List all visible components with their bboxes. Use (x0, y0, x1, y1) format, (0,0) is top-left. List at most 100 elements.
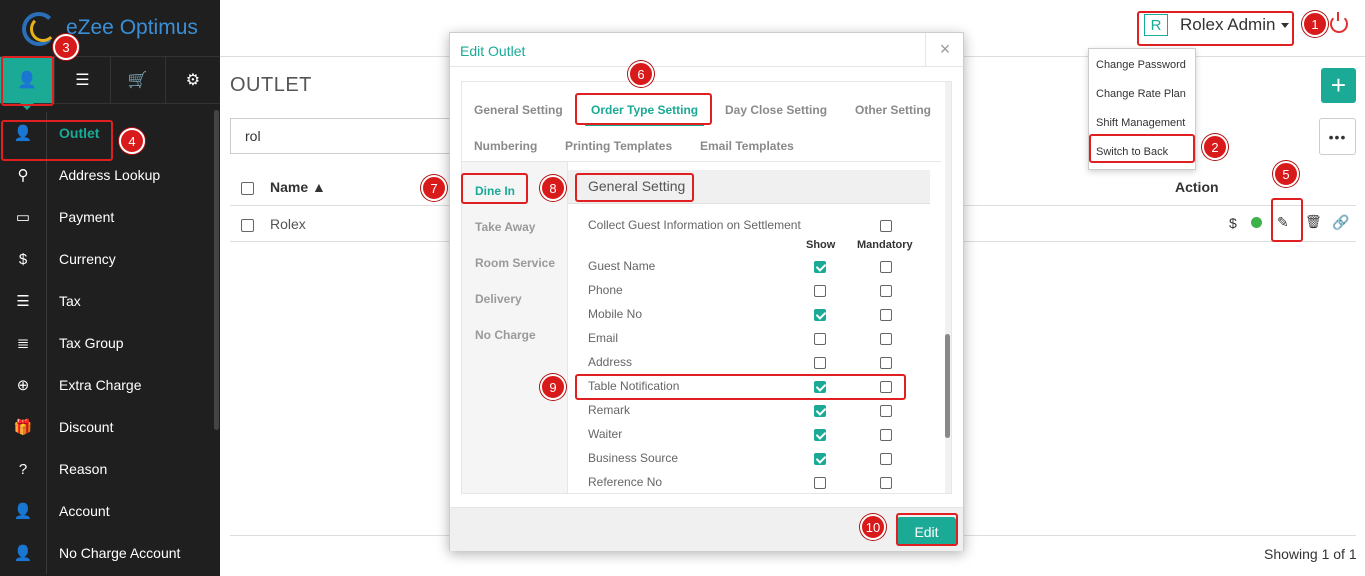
trash-icon[interactable]: 🗑 (1305, 214, 1322, 230)
mandatory-checkbox[interactable] (880, 333, 892, 345)
user-name: Rolex Admin (1180, 15, 1276, 34)
mandatory-checkbox[interactable] (880, 309, 892, 321)
order-type-take-away[interactable]: Take Away (475, 220, 535, 234)
power-icon[interactable] (1330, 12, 1348, 33)
sidebar-item-outlet[interactable]: 👤 Outlet (0, 112, 220, 154)
dollar-icon: $ (18, 250, 28, 268)
tab-settings[interactable]: ⚙ (166, 57, 220, 103)
credit-card-icon: ▭ (15, 209, 31, 226)
outlet-name-cell: Rolex (270, 216, 306, 232)
show-checkbox[interactable] (814, 405, 826, 417)
tab-order-type-setting[interactable]: Order Type Setting (584, 103, 705, 126)
edit-button[interactable]: Edit (897, 517, 956, 546)
mandatory-checkbox[interactable] (880, 381, 892, 393)
cart-icon: 🛒 (127, 72, 148, 89)
menu-item-change-rate-plan[interactable]: Change Rate Plan (1089, 80, 1195, 109)
menu-item-shift-management[interactable]: Shift Management (1089, 109, 1195, 138)
show-checkbox[interactable] (814, 285, 826, 297)
order-type-no-charge[interactable]: No Charge (475, 328, 536, 342)
sidebar-item-account[interactable]: 👤 Account (0, 490, 220, 532)
show-checkbox[interactable] (814, 261, 826, 273)
sidebar-item-tax-group[interactable]: ≣ Tax Group (0, 322, 220, 364)
sidebar-item-extra-charge[interactable]: ⊕ Extra Charge (0, 364, 220, 406)
mandatory-checkbox[interactable] (880, 405, 892, 417)
order-type-dine-in[interactable]: Dine In (475, 184, 515, 198)
mandatory-checkbox[interactable] (880, 477, 892, 489)
sidebar-item-label: Tax (59, 293, 81, 309)
tab-cart[interactable]: 🛒 (111, 57, 166, 103)
mandatory-checkbox[interactable] (880, 357, 892, 369)
user-icon: 👤 (17, 72, 38, 89)
tab-numbering[interactable]: Numbering (474, 139, 537, 153)
sidebar-item-label: No Charge Account (59, 545, 181, 561)
column-name-header[interactable]: Name ▲ (270, 179, 326, 195)
annotation-badge: 3 (53, 34, 79, 60)
section-title: General Setting (588, 178, 686, 194)
gear-icon: ⚙ (185, 72, 201, 89)
brand-name: eZee Optimus (66, 16, 198, 39)
scrollbar-thumb[interactable] (945, 334, 950, 438)
row-checkbox[interactable] (241, 219, 254, 232)
settings-tabs: General Setting Order Type Setting Day C… (462, 82, 941, 162)
sidebar-item-address-lookup[interactable]: ⚲ Address Lookup (0, 154, 220, 196)
edit-outlet-modal: Edit Outlet × General Setting Order Type… (449, 32, 964, 551)
tab-menu[interactable]: ☰ (55, 57, 111, 103)
collect-guest-info-checkbox[interactable] (880, 220, 892, 232)
show-checkbox[interactable] (814, 309, 826, 321)
show-checkbox[interactable] (814, 429, 826, 441)
mandatory-checkbox[interactable] (880, 261, 892, 273)
page-title: OUTLET (230, 74, 312, 96)
more-options-button[interactable]: ••• (1319, 118, 1356, 155)
modal-title: Edit Outlet (460, 43, 526, 59)
sidebar-item-label: Address Lookup (59, 167, 161, 183)
tab-other-setting[interactable]: Other Setting (855, 103, 931, 117)
show-checkbox[interactable] (814, 333, 826, 345)
sidebar-item-tax[interactable]: ☰ Tax (0, 280, 220, 322)
sidebar-scrollbar[interactable] (214, 110, 219, 430)
collect-guest-info-label: Collect Guest Information on Settlement (588, 218, 801, 232)
tab-day-close-setting[interactable]: Day Close Setting (725, 103, 827, 117)
brand: eZee Optimus (0, 0, 220, 56)
sidebar-item-label: Extra Charge (59, 377, 142, 393)
tab-user[interactable]: 👤 (0, 57, 56, 110)
column-show-header: Show (806, 239, 836, 251)
select-all-checkbox[interactable] (241, 182, 254, 195)
annotation-badge: 8 (540, 175, 566, 201)
menu-item-change-password[interactable]: Change Password (1089, 51, 1195, 80)
link-icon[interactable]: 🔗 (1332, 214, 1349, 231)
mandatory-checkbox[interactable] (880, 453, 892, 465)
order-type-room-service[interactable]: Room Service (475, 256, 555, 270)
close-icon[interactable]: × (925, 33, 964, 66)
annotation-badge: 7 (421, 175, 447, 201)
list-icon: ≣ (16, 335, 30, 352)
mandatory-checkbox[interactable] (880, 285, 892, 297)
search-input[interactable] (230, 118, 460, 154)
bars-icon: ☰ (16, 293, 30, 310)
add-outlet-button[interactable]: + (1321, 68, 1356, 103)
modal-scrollbar[interactable] (945, 82, 951, 493)
show-checkbox[interactable] (814, 453, 826, 465)
show-checkbox[interactable] (814, 381, 826, 393)
order-type-delivery[interactable]: Delivery (475, 292, 522, 306)
sidebar: eZee Optimus 👤 ☰ 🛒 ⚙ 👤 Outlet ⚲ Address Lo… (0, 0, 220, 576)
user-menu-toggle[interactable]: R Rolex Admin (1144, 14, 1290, 36)
dollar-icon[interactable]: $ (1229, 215, 1237, 231)
sidebar-item-payment[interactable]: ▭ Payment (0, 196, 220, 238)
sidebar-item-label: Account (59, 503, 110, 519)
mandatory-checkbox[interactable] (880, 429, 892, 441)
sidebar-item-reason[interactable]: ? Reason (0, 448, 220, 490)
plus-circle-icon: ⊕ (16, 377, 30, 394)
tab-email-templates[interactable]: Email Templates (700, 139, 794, 153)
menu-item-switch-to-back[interactable]: Switch to Back (1089, 138, 1195, 167)
sidebar-item-discount[interactable]: 🎁 Discount (0, 406, 220, 448)
tab-general-setting[interactable]: General Setting (474, 103, 563, 117)
modal-header: Edit Outlet × (450, 33, 963, 67)
edit-pencil-icon[interactable]: ✎ (1277, 214, 1289, 231)
sidebar-item-currency[interactable]: $ Currency (0, 238, 220, 280)
show-checkbox[interactable] (814, 477, 826, 489)
tab-printing-templates[interactable]: Printing Templates (565, 139, 672, 153)
column-action-header: Action (1175, 179, 1219, 195)
sidebar-item-no-charge-account[interactable]: 👤 No Charge Account (0, 532, 220, 574)
show-checkbox[interactable] (814, 357, 826, 369)
annotation-badge: 2 (1202, 134, 1228, 160)
